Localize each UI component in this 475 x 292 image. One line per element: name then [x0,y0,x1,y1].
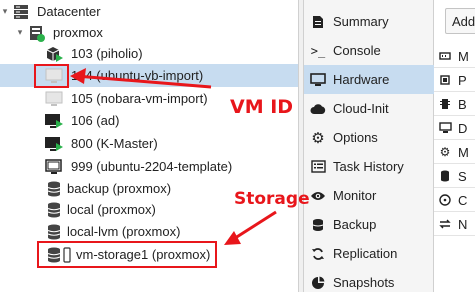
storage-arrow [224,210,277,245]
annotation-arrows [70,68,277,245]
vmid-annotation-label: VM ID [230,96,294,118]
storage-annotation-label: Storage [234,189,310,209]
vmid-arrow [70,68,212,89]
